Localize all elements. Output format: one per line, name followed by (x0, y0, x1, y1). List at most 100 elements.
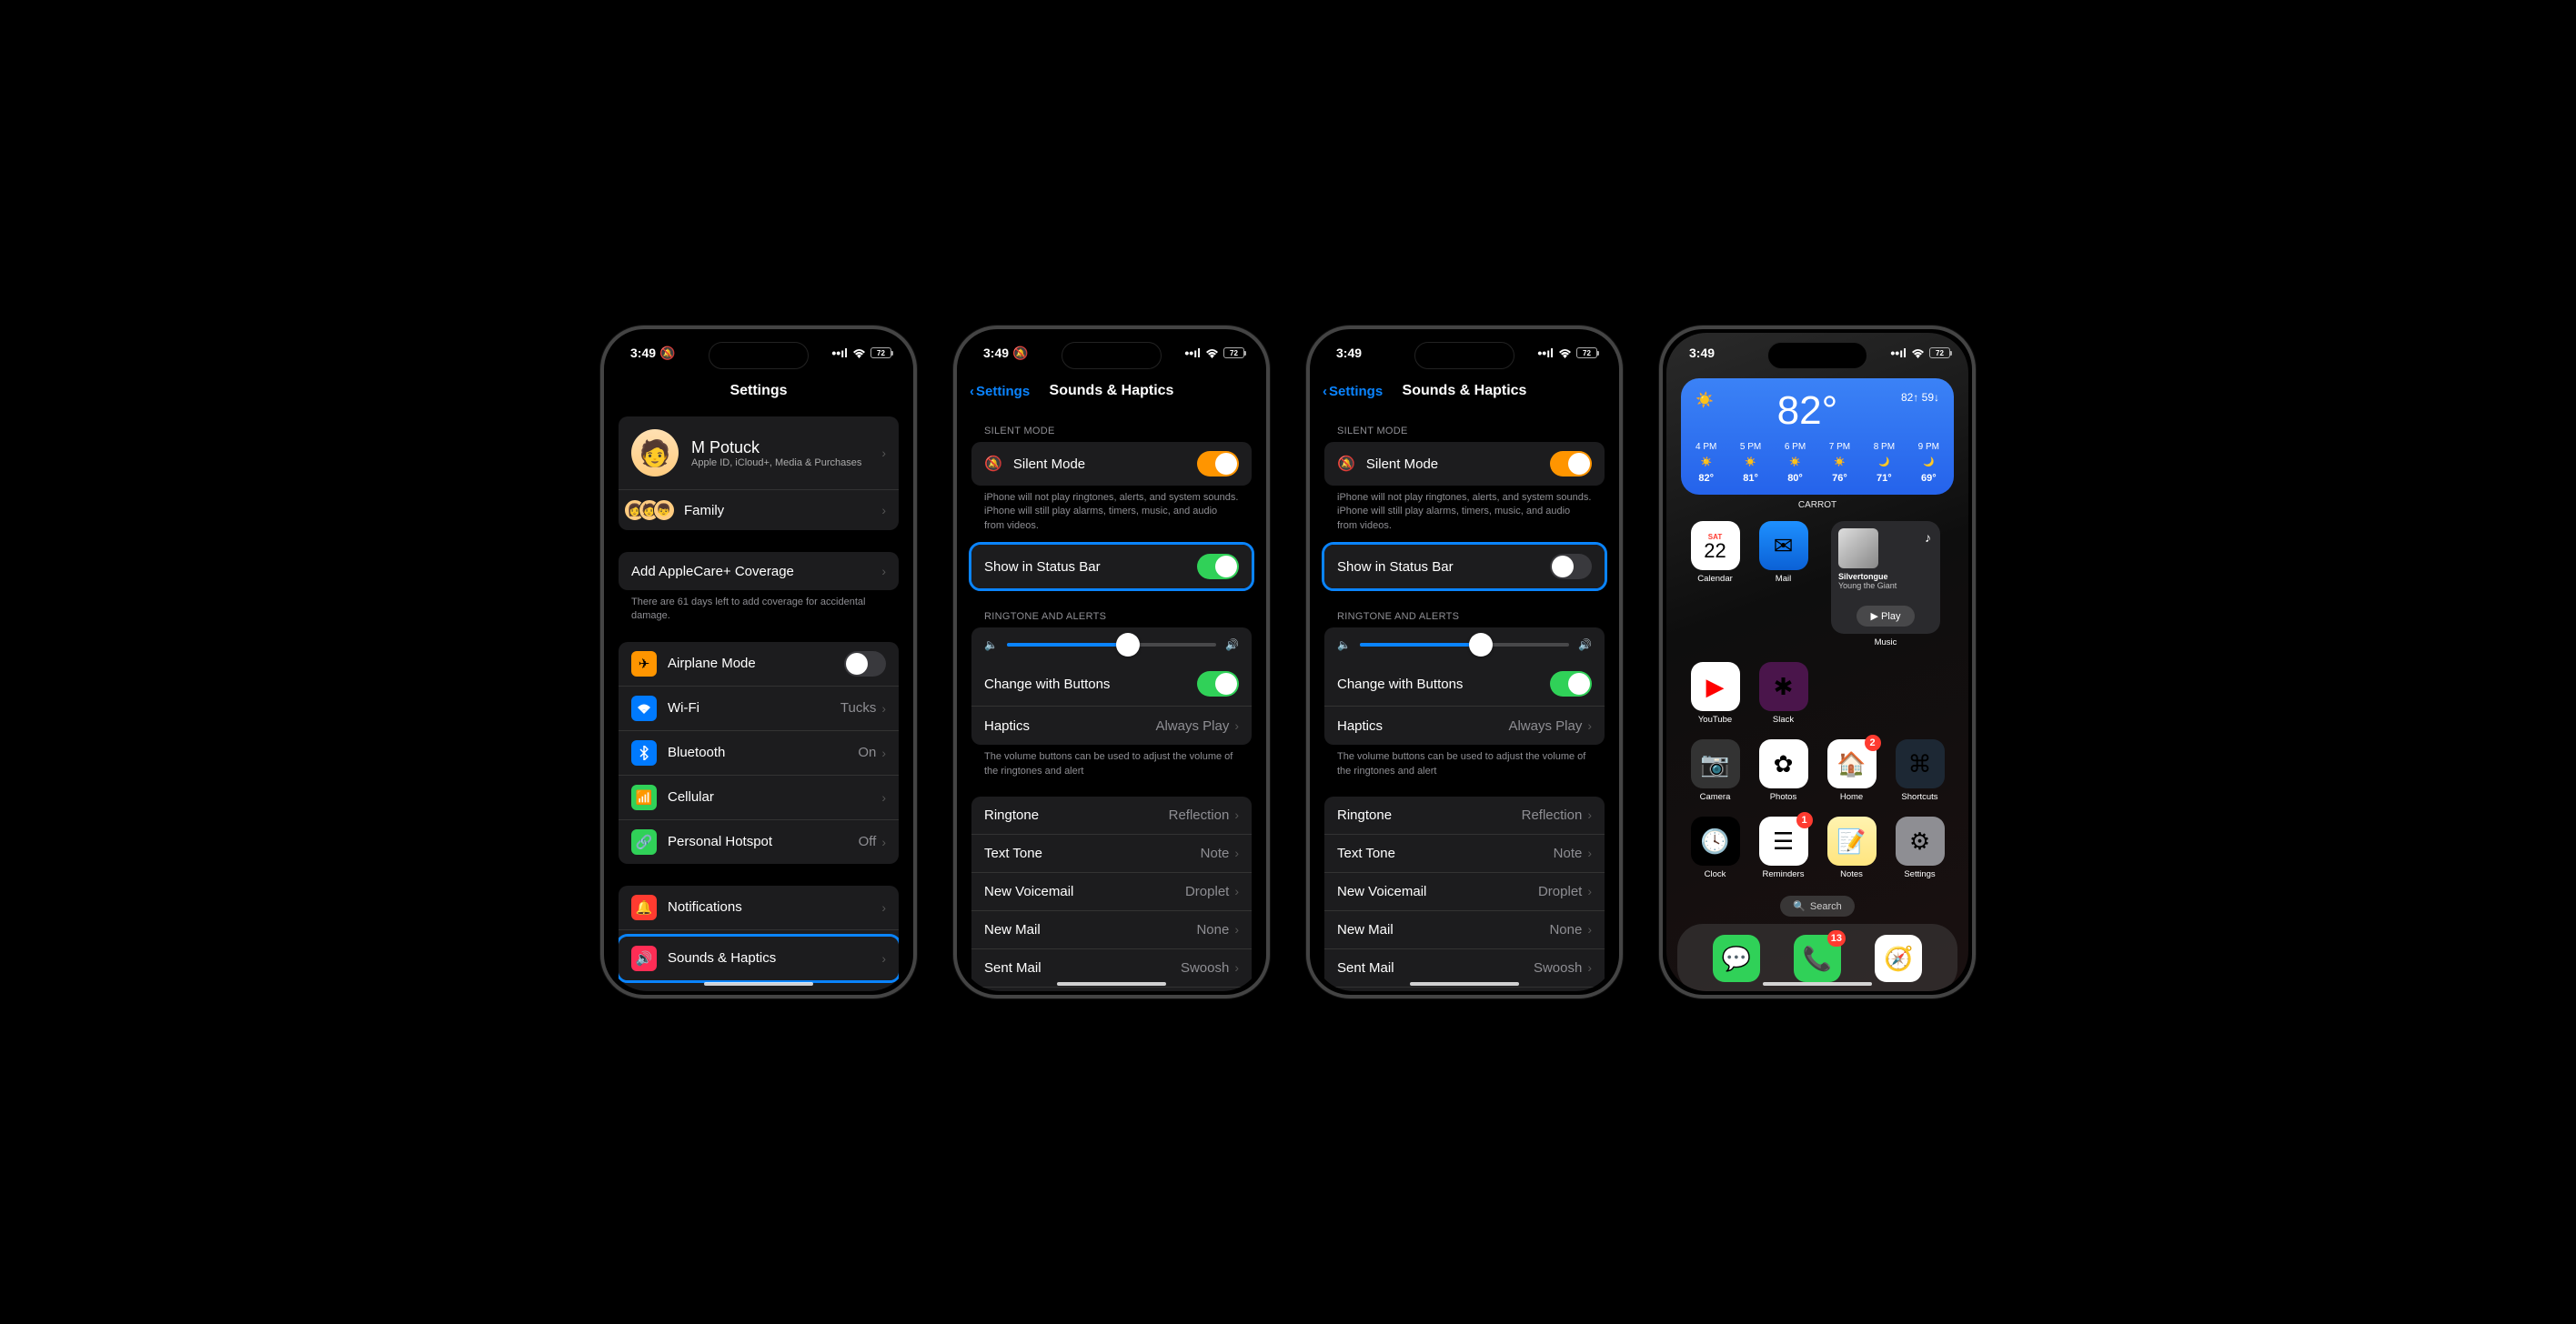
row-personal-hotspot[interactable]: 🔗 Personal HotspotOff› (619, 820, 899, 864)
row-airplane-mode[interactable]: ✈︎ Airplane Mode (619, 642, 899, 687)
home-icon[interactable]: 🏠2 (1827, 739, 1877, 788)
avatar: 🧑 (631, 429, 679, 476)
app-camera[interactable]: 📷Camera (1686, 739, 1744, 802)
dock-app[interactable]: 🧭 (1875, 935, 1922, 982)
settings-icon[interactable]: ⚙︎ (1896, 817, 1945, 866)
row-bluetooth[interactable]: BluetoothOn› (619, 731, 899, 776)
row-wi-fi[interactable]: Wi-FiTucks› (619, 687, 899, 731)
volume-slider[interactable] (1360, 643, 1569, 647)
music-widget[interactable]: ♪ SilvertongueYoung the Giant ▶ Play Mus… (1823, 521, 1948, 647)
home-indicator[interactable] (704, 982, 813, 986)
slack-icon[interactable]: ✱ (1759, 662, 1808, 711)
app-notes[interactable]: 📝Notes (1823, 817, 1880, 879)
app-shortcuts[interactable]: ⌘Shortcuts (1891, 739, 1948, 802)
reminders-icon[interactable]: ☰1 (1759, 817, 1808, 866)
app-mail[interactable]: ✉︎Mail (1755, 521, 1812, 647)
applecare-row[interactable]: Add AppleCare+ Coverage › (619, 552, 899, 590)
show-in-status-bar-toggle[interactable] (1550, 554, 1592, 579)
change-with-buttons-toggle[interactable] (1550, 671, 1592, 697)
change-with-buttons-row[interactable]: Change with Buttons (1324, 662, 1605, 707)
row-new-mail[interactable]: New Mail None › (971, 911, 1252, 949)
show-in-status-bar-row[interactable]: Show in Status Bar (1324, 545, 1605, 588)
chevron-right-icon: › (881, 900, 886, 915)
youtube-icon[interactable]: ▶ (1691, 662, 1740, 711)
airplane-toggle[interactable] (844, 651, 886, 677)
row-calendar-alerts[interactable]: Calendar Alerts Chord › (1324, 988, 1605, 991)
app-slack[interactable]: ✱Slack (1755, 662, 1812, 725)
row-calendar-alerts[interactable]: Calendar Alerts Chord › (971, 988, 1252, 991)
row-ringtone[interactable]: Ringtone Reflection › (1324, 797, 1605, 835)
row-sounds-haptics[interactable]: 🔊 Sounds & Haptics › (619, 937, 899, 980)
row-ringtone[interactable]: Ringtone Reflection › (971, 797, 1252, 835)
status-time: 3:49 (983, 346, 1009, 360)
row-text-tone[interactable]: Text Tone Note › (971, 835, 1252, 873)
row-cellular[interactable]: 📶 Cellular› (619, 776, 899, 820)
calendar-icon[interactable]: SAT22 (1691, 521, 1740, 570)
show-in-status-bar-row[interactable]: Show in Status Bar (971, 545, 1252, 588)
row-new-mail[interactable]: New Mail None › (1324, 911, 1605, 949)
music-note-icon: ♪ (1925, 530, 1931, 545)
row-focus[interactable]: 🌙 Focus › (619, 987, 899, 991)
profile-name: M Potuck (691, 438, 876, 457)
applecare-footer: There are 61 days left to add coverage f… (619, 590, 899, 629)
profile-row[interactable]: 🧑 M Potuck Apple ID, iCloud+, Media & Pu… (619, 416, 899, 490)
notes-icon[interactable]: 📝 (1827, 817, 1877, 866)
photos-icon[interactable]: ✿ (1759, 739, 1808, 788)
back-button[interactable]: ‹ Settings (970, 384, 1030, 399)
haptics-row[interactable]: Haptics Always Play › (971, 707, 1252, 745)
search-button[interactable]: 🔍 Search (1780, 896, 1855, 917)
home-indicator[interactable] (1057, 982, 1166, 986)
chevron-right-icon: › (1587, 960, 1592, 975)
badge: 2 (1865, 735, 1881, 751)
app-settings[interactable]: ⚙︎Settings (1891, 817, 1948, 879)
back-button[interactable]: ‹ Settings (1323, 384, 1383, 399)
row-new-voicemail[interactable]: New Voicemail Droplet › (971, 873, 1252, 911)
silent-mode-toggle[interactable] (1550, 451, 1592, 476)
row-text-tone[interactable]: Text Tone Note › (1324, 835, 1605, 873)
ringtone-alerts-header: RINGTONE AND ALERTS (1324, 595, 1605, 627)
weather-hour: 9 PM🌙69° (1918, 442, 1939, 484)
change-with-buttons-toggle[interactable] (1197, 671, 1239, 697)
silent-mode-row[interactable]: 🔕 Silent Mode (1324, 442, 1605, 486)
show-in-status-bar-toggle[interactable] (1197, 554, 1239, 579)
app-clock[interactable]: 🕓Clock (1686, 817, 1744, 879)
dynamic-island (1767, 342, 1867, 369)
dynamic-island (1414, 342, 1514, 369)
silent-mode-header: SILENT MODE (1324, 409, 1605, 442)
app-photos[interactable]: ✿Photos (1755, 739, 1812, 802)
change-with-buttons-row[interactable]: Change with Buttons (971, 662, 1252, 707)
chevron-right-icon: › (1234, 718, 1239, 733)
haptics-row[interactable]: Haptics Always Play › (1324, 707, 1605, 745)
bell-slash-icon: 🔕 (984, 455, 1002, 473)
volume-slider[interactable] (1007, 643, 1216, 647)
silent-mode-row[interactable]: 🔕 Silent Mode (971, 442, 1252, 486)
nav-title: Settings (608, 373, 910, 409)
family-row[interactable]: 👩🧑👦 Family › (619, 490, 899, 530)
volume-slider-row[interactable]: 🔈 🔊 (1324, 627, 1605, 662)
app-reminders[interactable]: ☰1Reminders (1755, 817, 1812, 879)
silent-mode-toggle[interactable] (1197, 451, 1239, 476)
weather-widget[interactable]: ☀️ 82° 82↑ 59↓ 4 PM☀️82°5 PM☀️81°6 PM☀️8… (1681, 378, 1954, 495)
wifi-icon (1911, 348, 1925, 358)
camera-icon[interactable]: 📷 (1691, 739, 1740, 788)
clock-icon[interactable]: 🕓 (1691, 817, 1740, 866)
row-notifications[interactable]: 🔔 Notifications › (619, 886, 899, 930)
app-home[interactable]: 🏠2Home (1823, 739, 1880, 802)
weather-hour: 4 PM☀️82° (1696, 442, 1716, 484)
play-button[interactable]: ▶ Play (1857, 606, 1916, 627)
volume-slider-row[interactable]: 🔈 🔊 (971, 627, 1252, 662)
shortcuts-icon[interactable]: ⌘ (1896, 739, 1945, 788)
home-indicator[interactable] (1763, 982, 1872, 986)
notifications-icon: 🔔 (631, 895, 657, 920)
mail-icon[interactable]: ✉︎ (1759, 521, 1808, 570)
app-calendar[interactable]: SAT22Calendar (1686, 521, 1744, 647)
phone-4-home: 3:49 ••ıl72 ☀️ 82° 82↑ 59↓ 4 PM☀️82°5 PM… (1659, 326, 1976, 998)
chevron-right-icon: › (1234, 884, 1239, 898)
dock-app[interactable]: 💬 (1713, 935, 1760, 982)
app-youtube[interactable]: ▶YouTube (1686, 662, 1744, 725)
home-indicator[interactable] (1410, 982, 1519, 986)
silent-footer: iPhone will not play ringtones, alerts, … (971, 486, 1252, 538)
weather-hour: 8 PM🌙71° (1874, 442, 1895, 484)
row-new-voicemail[interactable]: New Voicemail Droplet › (1324, 873, 1605, 911)
dock-app[interactable]: 📞13 (1794, 935, 1841, 982)
